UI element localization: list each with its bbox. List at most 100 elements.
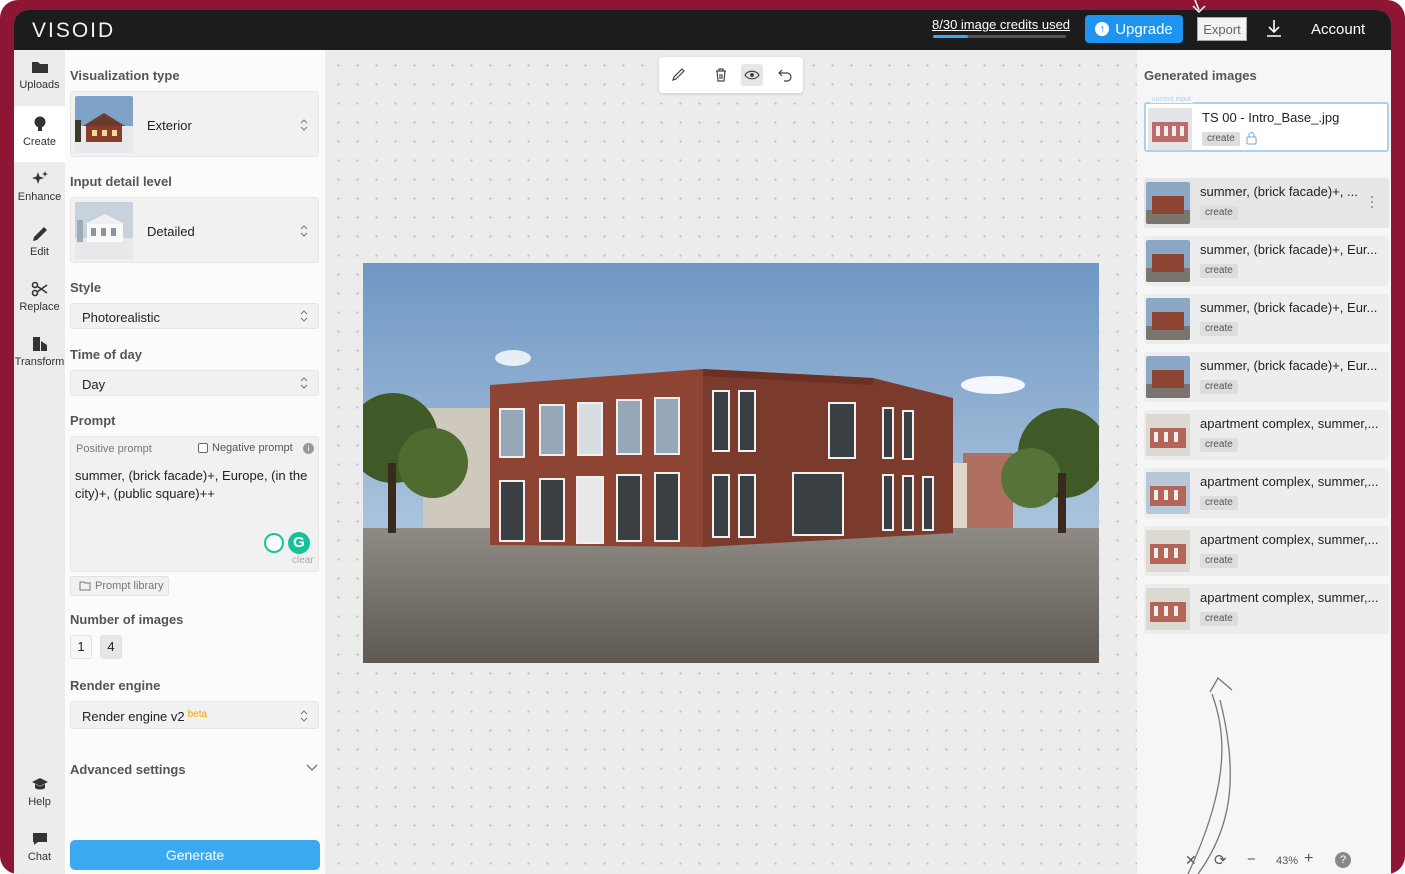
input-detail-select[interactable]: Detailed [70, 197, 319, 263]
rail-label: Create [22, 136, 57, 148]
zoom-level: 43% [1276, 855, 1299, 867]
advanced-settings-toggle[interactable]: Advanced settings [70, 762, 186, 777]
image-thumbnail [1146, 588, 1190, 630]
rendered-building-image[interactable] [363, 263, 1099, 663]
render-engine-select[interactable]: Render engine v2 beta [70, 701, 319, 729]
graduation-cap-icon [31, 778, 48, 790]
info-icon[interactable]: i [303, 443, 314, 454]
prompt-library-button[interactable]: Prompt library [70, 576, 169, 596]
pencil-icon[interactable] [667, 64, 689, 86]
negative-prompt-toggle[interactable]: Negative prompt [198, 442, 293, 454]
create-tag: create [1200, 264, 1238, 278]
image-thumbnail [1146, 356, 1190, 398]
positive-prompt-tab[interactable]: Positive prompt [76, 443, 152, 455]
account-menu[interactable]: Account [1311, 21, 1365, 38]
suggestion-bulb-icon[interactable] [264, 533, 284, 553]
detailed-thumbnail [75, 202, 133, 259]
rail-label: Enhance [17, 191, 62, 203]
input-detail-title: Input detail level [70, 174, 172, 189]
generated-item[interactable]: apartment complex, summer,... create [1144, 468, 1389, 518]
negative-prompt-checkbox[interactable] [198, 443, 208, 453]
zoom-out-icon[interactable]: − [1247, 851, 1256, 868]
image-thumbnail [1146, 530, 1190, 572]
chat-bubble-icon [32, 833, 47, 845]
zoom-controls: ✕ ⟳ − 43% + ? [1179, 850, 1379, 872]
export-button[interactable]: Export [1197, 17, 1247, 41]
rail-label: Edit [30, 246, 49, 258]
zoom-in-icon[interactable]: + [1304, 850, 1313, 868]
create-tag: create [1200, 380, 1238, 394]
credits-usage-link[interactable]: 8/30 image credits used [932, 17, 1070, 32]
image-thumbnail [1146, 414, 1190, 456]
rail-item-enhance[interactable]: Enhance [14, 170, 65, 214]
chevron-down-icon[interactable] [306, 764, 318, 772]
app-window: VISOID 8/30 image credits used ↑ Upgrade… [14, 10, 1391, 874]
image-thumbnail [1146, 182, 1190, 224]
style-select[interactable]: Photorealistic [70, 303, 319, 329]
generated-item[interactable]: apartment complex, summer,... create [1144, 526, 1389, 576]
generate-button[interactable]: Generate [70, 840, 320, 870]
current-input-item[interactable]: current input TS 00 - Intro_Base_.jpg cr… [1144, 96, 1389, 152]
rail-item-create[interactable]: Create [14, 106, 65, 162]
prompt-box: Positive prompt Negative prompt i summer… [70, 436, 319, 572]
undo-icon[interactable] [774, 64, 796, 86]
rotate-icon[interactable]: ⟳ [1214, 851, 1227, 869]
time-of-day-select[interactable]: Day [70, 370, 319, 396]
number-of-images-title: Number of images [70, 612, 184, 627]
generated-item[interactable]: summer, (brick facade)+, Eur... create [1144, 236, 1389, 286]
rail-item-chat[interactable]: Chat [14, 830, 65, 874]
time-of-day-value: Day [82, 377, 106, 392]
window-frame: VISOID 8/30 image credits used ↑ Upgrade… [0, 0, 1405, 874]
generated-item[interactable]: apartment complex, summer,... create [1144, 410, 1389, 460]
image-thumbnail [1148, 108, 1192, 150]
positive-prompt-textarea[interactable]: summer, (brick facade)+, Europe, (in the… [75, 467, 311, 503]
create-tag: create [1200, 554, 1238, 568]
help-icon[interactable]: ? [1335, 852, 1351, 868]
grammarly-icon[interactable]: G [288, 532, 310, 554]
download-icon[interactable] [1264, 18, 1284, 40]
generated-item[interactable]: apartment complex, summer,... create [1144, 584, 1389, 634]
folder-icon [79, 581, 91, 591]
upgrade-button[interactable]: ↑ Upgrade [1085, 15, 1183, 43]
generated-item[interactable]: summer, (brick facade)+, Eur... create [1144, 294, 1389, 344]
rail-label: Replace [19, 301, 60, 313]
generated-item[interactable]: summer, (brick facade)+, ... create [1144, 178, 1389, 228]
upgrade-label: Upgrade [1115, 20, 1173, 38]
rail-item-replace[interactable]: Replace [14, 280, 65, 324]
style-value: Photorealistic [82, 310, 161, 325]
close-icon[interactable]: ✕ [1185, 852, 1197, 869]
trash-icon[interactable] [710, 64, 732, 86]
num-images-option-1[interactable]: 1 [70, 635, 92, 659]
folder-icon [31, 62, 48, 73]
generated-item[interactable]: summer, (brick facade)+, Eur... create [1144, 352, 1389, 402]
more-options-icon[interactable] [1370, 194, 1374, 210]
canvas-toolbar [659, 57, 803, 93]
image-thumbnail [1146, 298, 1190, 340]
generated-item-name: apartment complex, summer,... [1200, 474, 1379, 489]
credits-progress-bar [933, 35, 1066, 38]
rail-item-edit[interactable]: Edit [14, 225, 65, 269]
prompt-library-label: Prompt library [95, 580, 164, 592]
time-of-day-title: Time of day [70, 347, 143, 362]
chevron-updown-icon [300, 310, 308, 322]
annotation-arrow-top [1192, 0, 1206, 14]
create-tag: create [1200, 612, 1238, 626]
create-tag: create [1200, 322, 1238, 336]
rail-item-help[interactable]: Help [14, 775, 65, 819]
lock-icon [1246, 132, 1257, 145]
prompt-title: Prompt [70, 413, 116, 428]
rail-item-transform[interactable]: Transform [14, 335, 65, 379]
tool-rail: Uploads Create Enhance Edit Replace Tran… [14, 50, 65, 874]
app-logo: VISOID [32, 19, 116, 42]
create-tag: create [1200, 438, 1238, 452]
render-engine-value: Render engine v2 beta [82, 709, 207, 724]
clear-prompt-link[interactable]: clear [292, 555, 314, 566]
num-images-option-4[interactable]: 4 [100, 635, 122, 659]
rail-item-uploads[interactable]: Uploads [14, 58, 65, 102]
image-canvas[interactable] [325, 50, 1137, 874]
eye-icon[interactable] [741, 64, 763, 86]
chevron-updown-icon [300, 119, 308, 131]
negative-prompt-label: Negative prompt [212, 442, 293, 454]
generated-item-name: summer, (brick facade)+, ... [1200, 184, 1358, 199]
visualization-type-select[interactable]: Exterior [70, 91, 319, 157]
